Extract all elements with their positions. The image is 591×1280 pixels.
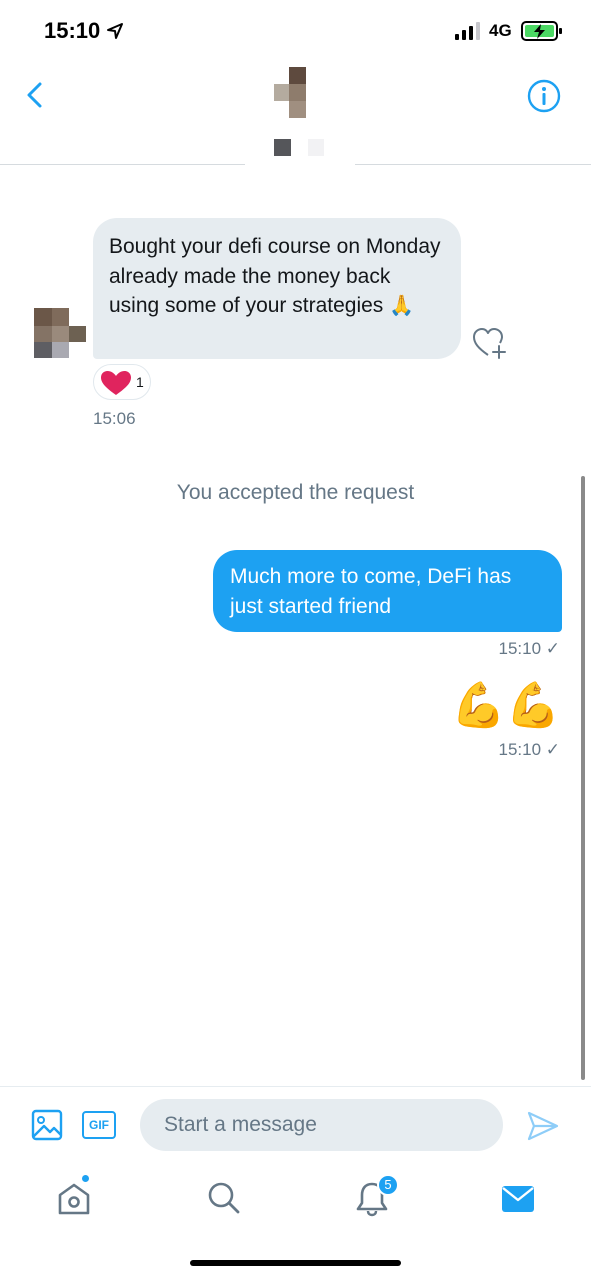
heart-icon	[101, 371, 131, 395]
reaction-pill[interactable]: 1	[93, 364, 151, 400]
avatar-pixel	[274, 139, 291, 156]
avatar-pixel	[274, 84, 289, 101]
home-indicator	[190, 1260, 401, 1266]
info-circle-icon[interactable]	[526, 78, 562, 114]
chevron-left-icon[interactable]	[20, 80, 50, 110]
notification-badge: 5	[377, 1174, 399, 1196]
message-input[interactable]	[140, 1099, 503, 1151]
outgoing-message-bubble[interactable]: Much more to come, DeFi has just started…	[213, 550, 562, 632]
folded-hands-emoji: 🙏	[389, 294, 415, 317]
avatar-pixel	[69, 326, 86, 342]
conversation-header	[0, 62, 591, 166]
avatar-pixel	[289, 101, 306, 118]
message-composer: GIF	[0, 1086, 591, 1164]
avatar-pixel	[34, 342, 52, 358]
conversation-thread: Bought your defi course on Monday alread…	[0, 166, 591, 1086]
avatar-pixel	[34, 308, 52, 326]
location-arrow-icon	[107, 23, 123, 39]
envelope-icon[interactable]	[498, 1178, 538, 1218]
incoming-message-bubble[interactable]: Bought your defi course on Monday alread…	[93, 218, 461, 359]
incoming-timestamp: 15:06	[93, 409, 136, 428]
network-type: 4G	[489, 21, 512, 40]
header-divider	[355, 164, 591, 165]
outgoing-timestamp: 15:10 ✓	[498, 740, 560, 759]
heart-plus-icon[interactable]	[472, 326, 508, 360]
outgoing-timestamp: 15:10 ✓	[498, 639, 560, 658]
gif-button[interactable]: GIF	[82, 1111, 116, 1139]
flexed-biceps-emoji-message[interactable]: 💪💪	[451, 680, 561, 732]
home-unread-dot	[81, 1174, 90, 1183]
home-icon[interactable]	[54, 1178, 94, 1218]
tab-bar: 5	[0, 1164, 591, 1280]
status-bar: 15:10 4G	[0, 0, 591, 62]
avatar-pixel	[34, 326, 52, 342]
image-icon[interactable]	[31, 1109, 63, 1141]
avatar-pixel	[308, 139, 324, 156]
avatar-pixel	[52, 326, 69, 342]
system-note: You accepted the request	[176, 481, 415, 504]
signal-strength-icon	[455, 22, 480, 40]
avatar-pixel	[52, 308, 69, 326]
contact-avatar[interactable]	[272, 67, 324, 157]
status-time: 15:10	[44, 18, 101, 43]
avatar-pixel	[289, 84, 306, 101]
search-icon[interactable]	[204, 1178, 244, 1218]
header-divider	[0, 164, 245, 165]
sender-avatar[interactable]	[34, 308, 86, 358]
battery-charging-icon	[521, 21, 562, 41]
reaction-count: 1	[136, 374, 144, 390]
avatar-pixel	[52, 342, 69, 358]
send-icon[interactable]	[526, 1109, 560, 1143]
scrollbar[interactable]	[581, 476, 585, 1080]
avatar-pixel	[289, 67, 306, 84]
